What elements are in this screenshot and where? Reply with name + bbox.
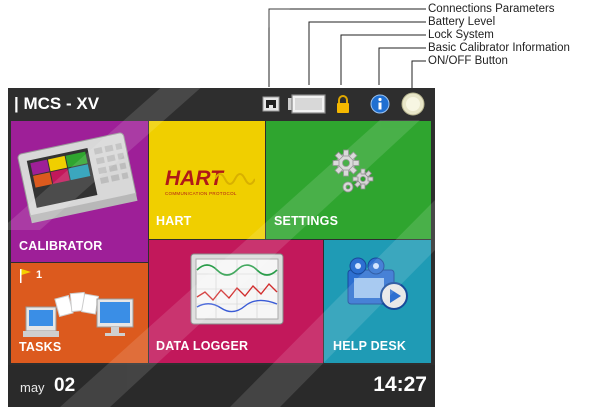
title-bar: | MCS - XV bbox=[8, 88, 435, 120]
tile-label-data-logger: DATA LOGGER bbox=[156, 339, 249, 353]
tile-label-help-desk: HELP DESK bbox=[333, 339, 407, 353]
tile-data-logger[interactable]: DATA LOGGER bbox=[149, 240, 323, 363]
help-desk-video-icon bbox=[347, 257, 408, 310]
callout-lock-system: Lock System bbox=[428, 29, 494, 41]
lock-icon[interactable] bbox=[335, 94, 351, 114]
tile-label-calibrator: CALIBRATOR bbox=[19, 239, 103, 253]
clock-time: 14:27 bbox=[373, 373, 427, 396]
tile-settings[interactable]: SETTINGS bbox=[266, 121, 431, 239]
tile-help-desk[interactable]: HELP DESK bbox=[324, 240, 431, 363]
callout-annotations: Connections Parameters Battery Level Loc… bbox=[0, 0, 593, 95]
tile-label-hart: HART bbox=[156, 214, 192, 228]
tile-label-tasks: TASKS bbox=[19, 340, 62, 354]
callout-basic-calibrator-information: Basic Calibrator Information bbox=[428, 42, 570, 54]
device-screen: | MCS - XV CALIBRATOR HART COMMUNICATION… bbox=[8, 88, 435, 407]
hart-logo-subtitle: COMMUNICATION PROTOCOL bbox=[165, 191, 237, 196]
tasks-computers-icon bbox=[23, 291, 134, 337]
power-icon[interactable] bbox=[401, 92, 425, 116]
gears-icon bbox=[332, 149, 374, 193]
data-logger-chart-icon bbox=[190, 253, 284, 325]
info-icon[interactable] bbox=[370, 94, 390, 114]
tile-calibrator[interactable]: CALIBRATOR bbox=[11, 121, 148, 262]
connection-icon[interactable] bbox=[262, 94, 280, 114]
callout-connections-parameters: Connections Parameters bbox=[428, 3, 555, 15]
callout-battery-level: Battery Level bbox=[428, 16, 496, 28]
date-day: 02 bbox=[54, 375, 76, 396]
battery-icon[interactable] bbox=[288, 94, 326, 114]
date-month: may bbox=[20, 380, 45, 395]
tile-label-settings: SETTINGS bbox=[274, 214, 339, 228]
callout-on-off-button: ON/OFF Button bbox=[428, 55, 508, 67]
tile-hart[interactable]: HART COMMUNICATION PROTOCOL HART bbox=[149, 121, 265, 239]
tile-tasks[interactable]: 1 TASKS bbox=[11, 263, 148, 363]
app-title: | MCS - XV bbox=[14, 94, 100, 113]
hart-logo-wave bbox=[215, 173, 255, 185]
status-bar: may 02 14:27 bbox=[8, 365, 435, 407]
